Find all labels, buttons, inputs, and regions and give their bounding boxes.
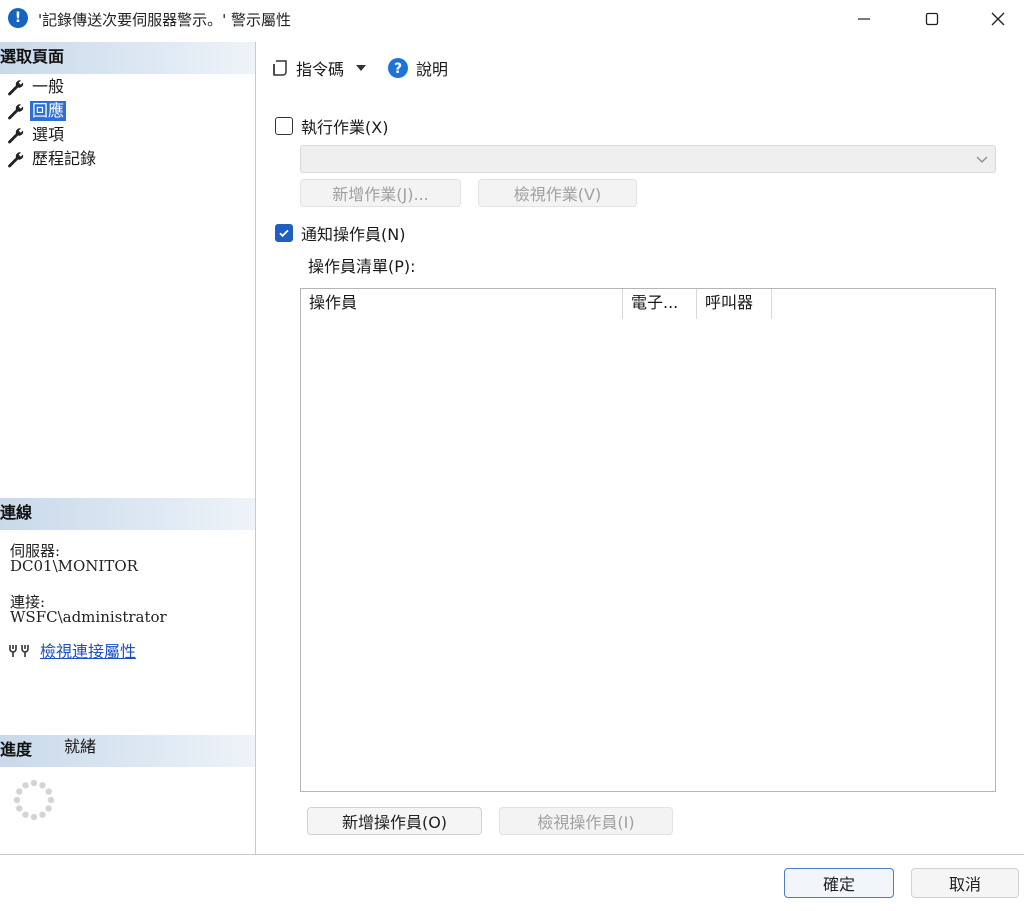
page-item-general[interactable]: 一般 <box>6 76 66 98</box>
view-operator-button[interactable]: 檢視操作員(I) <box>499 807 673 835</box>
page-item-options[interactable]: 選項 <box>6 124 66 146</box>
operator-list[interactable]: 操作員 電子... 呼叫器 <box>300 288 996 792</box>
maximize-button[interactable] <box>902 0 962 38</box>
wrench-icon <box>8 128 24 144</box>
dropdown-arrow-icon[interactable] <box>356 65 367 71</box>
connection-value: WSFC\administrator <box>10 608 167 626</box>
close-button[interactable] <box>968 0 1024 38</box>
checkbox-box[interactable] <box>275 117 293 135</box>
help-button[interactable]: ? 說明 <box>388 56 448 80</box>
column-header-pager[interactable]: 呼叫器 <box>697 289 772 319</box>
column-header-operator[interactable]: 操作員 <box>301 289 623 319</box>
page-item-label: 選項 <box>32 125 65 144</box>
window-title: '記錄傳送次要伺服器警示。' 警示屬性 <box>38 11 292 29</box>
chevron-down-icon <box>976 156 988 163</box>
maximize-icon <box>925 12 939 26</box>
connection-plug-icon <box>9 645 29 657</box>
help-icon: ? <box>388 58 408 78</box>
wrench-icon <box>8 104 24 120</box>
progress-header: 進度 <box>0 735 255 767</box>
new-job-button[interactable]: 新增作業(J)... <box>300 179 461 207</box>
ok-button[interactable]: 確定 <box>784 868 894 898</box>
help-label: 說明 <box>416 60 449 79</box>
minimize-button[interactable] <box>834 0 894 38</box>
view-job-button[interactable]: 檢視作業(V) <box>478 179 637 207</box>
left-panel: 選取頁面 一般 回應 選項 歷程記錄 連線 伺服器: DC01\MONITOR … <box>0 42 256 854</box>
progress-status: 就緒 <box>64 737 97 756</box>
title-bar: ! '記錄傳送次要伺服器警示。' 警示屬性 <box>0 0 1024 40</box>
checkmark-icon <box>279 229 289 238</box>
notify-operators-label: 通知操作員(N) <box>301 225 406 244</box>
execute-job-checkbox[interactable]: 執行作業(X) <box>275 114 388 138</box>
execute-job-label: 執行作業(X) <box>301 118 389 137</box>
new-operator-button[interactable]: 新增操作員(O) <box>307 807 482 835</box>
close-icon <box>991 12 1005 26</box>
cancel-button[interactable]: 取消 <box>911 868 1019 898</box>
view-connection-row: 檢視連接屬性 <box>8 638 136 662</box>
page-item-label: 歷程記錄 <box>32 149 97 168</box>
checkbox-box[interactable] <box>275 224 293 242</box>
page-item-label: 一般 <box>32 77 65 96</box>
script-icon <box>273 60 287 76</box>
wrench-icon <box>8 80 24 96</box>
job-select[interactable] <box>300 145 996 173</box>
svg-text:?: ? <box>394 61 402 77</box>
minimize-icon <box>858 18 870 20</box>
operator-list-label: 操作員清單(P): <box>308 257 416 276</box>
script-button[interactable]: 指令碼 <box>270 56 367 80</box>
connection-header: 連線 <box>0 498 255 530</box>
column-header-email[interactable]: 電子... <box>623 289 697 319</box>
page-item-response[interactable]: 回應 <box>6 100 67 122</box>
notify-operators-checkbox[interactable]: 通知操作員(N) <box>275 221 405 245</box>
select-page-header: 選取頁面 <box>0 42 255 74</box>
view-connection-properties-link[interactable]: 檢視連接屬性 <box>40 638 136 662</box>
page-item-label: 回應 <box>30 101 67 121</box>
page-item-history[interactable]: 歷程記錄 <box>6 148 98 170</box>
wrench-icon <box>8 152 24 168</box>
script-label: 指令碼 <box>296 60 345 79</box>
info-icon: ! <box>8 8 28 28</box>
progress-spinner-icon <box>13 779 55 821</box>
server-value: DC01\MONITOR <box>10 557 138 575</box>
